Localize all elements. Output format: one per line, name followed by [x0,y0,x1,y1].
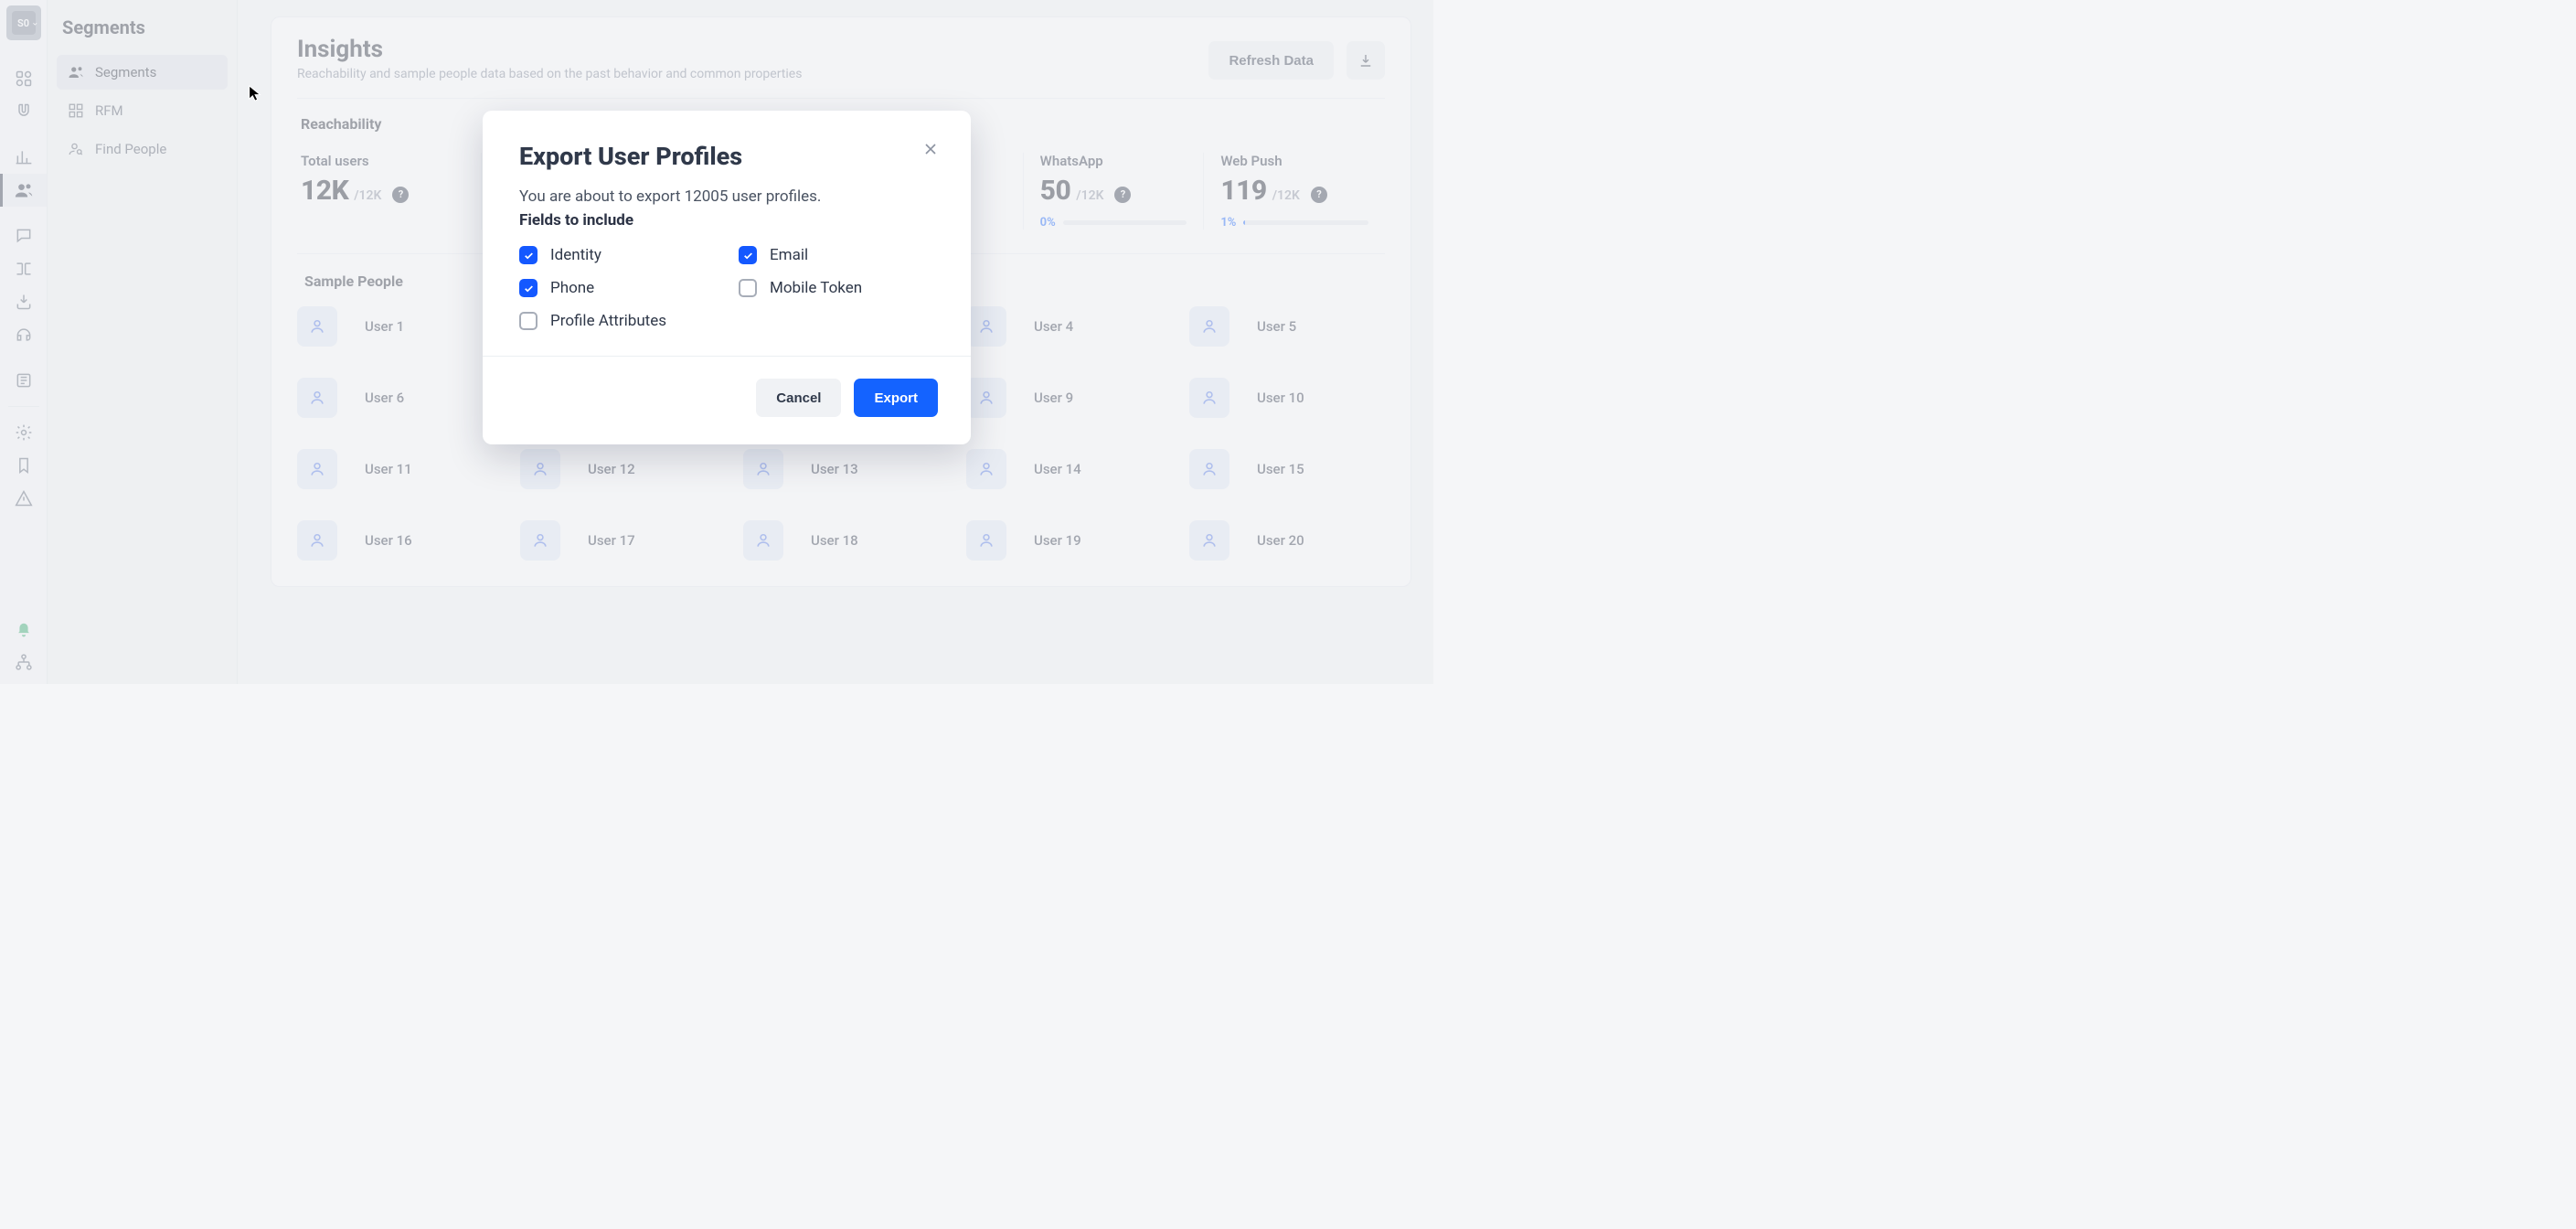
checkbox-row[interactable]: Identity [519,246,715,264]
checkbox[interactable] [519,279,538,297]
export-button[interactable]: Export [854,379,938,417]
checkbox-label: Profile Attributes [550,312,666,330]
checkbox-label: Identity [550,246,601,264]
checkbox[interactable] [739,246,757,264]
checkbox[interactable] [519,246,538,264]
checkbox-label: Phone [550,279,594,297]
export-profiles-modal: Export User Profiles You are about to ex… [483,111,971,444]
cancel-button-label: Cancel [776,390,821,406]
checkbox-row[interactable]: Email [739,246,934,264]
modal-subhead: Fields to include [519,211,934,230]
checkbox-row[interactable]: Phone [519,279,715,297]
check-icon [523,283,535,294]
modal-close-button[interactable] [921,140,940,162]
checkbox-row[interactable]: Profile Attributes [519,312,715,330]
modal-description: You are about to export 12005 user profi… [519,187,934,206]
close-icon [921,140,940,158]
checkbox-row[interactable]: Mobile Token [739,279,934,297]
check-icon [523,250,535,262]
checkbox[interactable] [739,279,757,297]
checkbox-label: Mobile Token [770,279,862,297]
check-icon [742,250,754,262]
export-button-label: Export [874,390,918,406]
modal-fields-grid: Identity Email Phone Mobile Token Profile At… [483,246,971,356]
checkbox-label: Email [770,246,808,264]
checkbox[interactable] [519,312,538,330]
cancel-button[interactable]: Cancel [756,379,841,417]
modal-title: Export User Profiles [519,142,934,171]
